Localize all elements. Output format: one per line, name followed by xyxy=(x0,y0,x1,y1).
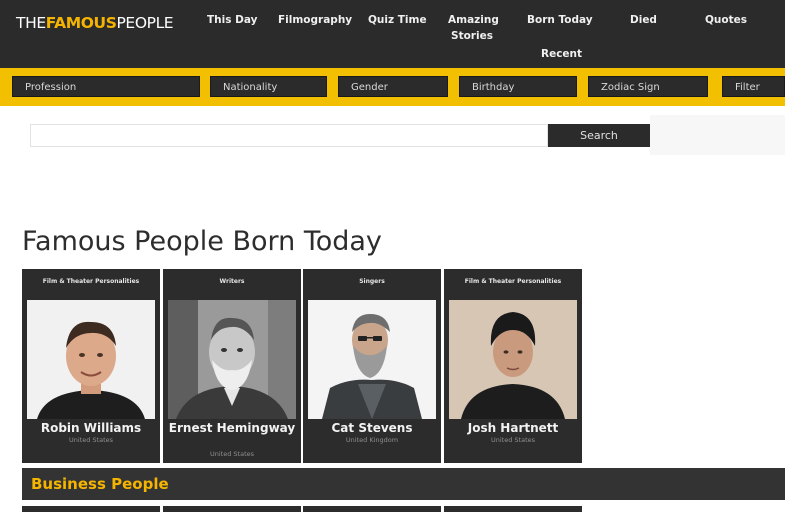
birthday-filter[interactable]: Birthday xyxy=(459,76,577,97)
card-category: Singers xyxy=(359,278,385,285)
nationality-filter[interactable]: Nationality xyxy=(210,76,327,97)
person-name[interactable]: Josh Hartnett xyxy=(444,421,582,435)
search-side-panel xyxy=(650,115,785,155)
nav-amazing-stories[interactable]: Amazing Stories xyxy=(448,12,499,44)
person-name[interactable]: Robin Williams xyxy=(22,421,160,435)
profession-filter[interactable]: Profession xyxy=(12,76,200,97)
gender-filter[interactable]: Gender xyxy=(338,76,448,97)
person-card-ernest-hemingway[interactable]: Writers Ernest Hemingway United States xyxy=(163,269,301,463)
top-navigation-bar: THEFAMOUSPEOPLE This Day Filmography Qui… xyxy=(0,0,785,68)
person-photo[interactable] xyxy=(308,300,436,419)
search-button[interactable]: Search xyxy=(548,124,650,147)
page-title: Famous People Born Today xyxy=(22,226,382,257)
person-card-josh-hartnett[interactable]: Film & Theater Personalities Josh Hartne… xyxy=(444,269,582,463)
person-photo[interactable] xyxy=(27,300,155,419)
business-people-section-header: Business People xyxy=(22,468,785,500)
nav-this-day[interactable]: This Day xyxy=(207,12,257,28)
person-photo[interactable] xyxy=(168,300,296,419)
person-country: United States xyxy=(209,450,254,458)
logo-text-people: PEOPLE xyxy=(116,14,174,32)
nav-quiz-time[interactable]: Quiz Time xyxy=(368,12,427,28)
person-name[interactable]: Ernest Hemingway xyxy=(163,421,301,435)
logo-text-famous: FAMOUS xyxy=(45,14,117,32)
nav-quotes[interactable]: Quotes xyxy=(705,12,747,28)
person-card-cat-stevens[interactable]: Singers Cat Stevens United Kingdom xyxy=(303,269,441,463)
person-country: United States xyxy=(68,436,113,444)
person-country: United Kingdom xyxy=(345,436,399,444)
nav-born-today[interactable]: Born Today xyxy=(527,12,593,28)
card-category: Film & Theater Personalities xyxy=(464,278,562,285)
logo-text-the: THE xyxy=(16,14,46,32)
nav-died[interactable]: Died xyxy=(630,12,657,28)
nav-recent[interactable]: Recent xyxy=(541,46,582,62)
person-photo[interactable] xyxy=(449,300,577,419)
filter-bar: Profession Nationality Gender Birthday Z… xyxy=(0,68,785,106)
business-card-preview[interactable] xyxy=(163,506,301,512)
zodiac-sign-filter[interactable]: Zodiac Sign xyxy=(588,76,708,97)
person-card-robin-williams[interactable]: Film & Theater Personalities Robin Willi… xyxy=(22,269,160,463)
person-name[interactable]: Cat Stevens xyxy=(303,421,441,435)
site-logo[interactable]: THEFAMOUSPEOPLE xyxy=(16,14,174,32)
page: THEFAMOUSPEOPLE This Day Filmography Qui… xyxy=(0,0,785,512)
person-country: United States xyxy=(490,436,535,444)
business-people-title[interactable]: Business People xyxy=(31,475,169,493)
filter-button[interactable]: Filter xyxy=(722,76,785,97)
business-card-preview[interactable] xyxy=(444,506,582,512)
business-card-preview[interactable] xyxy=(303,506,441,512)
nav-filmography[interactable]: Filmography xyxy=(278,12,352,28)
search-input[interactable] xyxy=(30,124,548,147)
business-card-preview[interactable] xyxy=(22,506,160,512)
card-category: Writers xyxy=(219,278,245,285)
card-category: Film & Theater Personalities xyxy=(42,278,140,285)
